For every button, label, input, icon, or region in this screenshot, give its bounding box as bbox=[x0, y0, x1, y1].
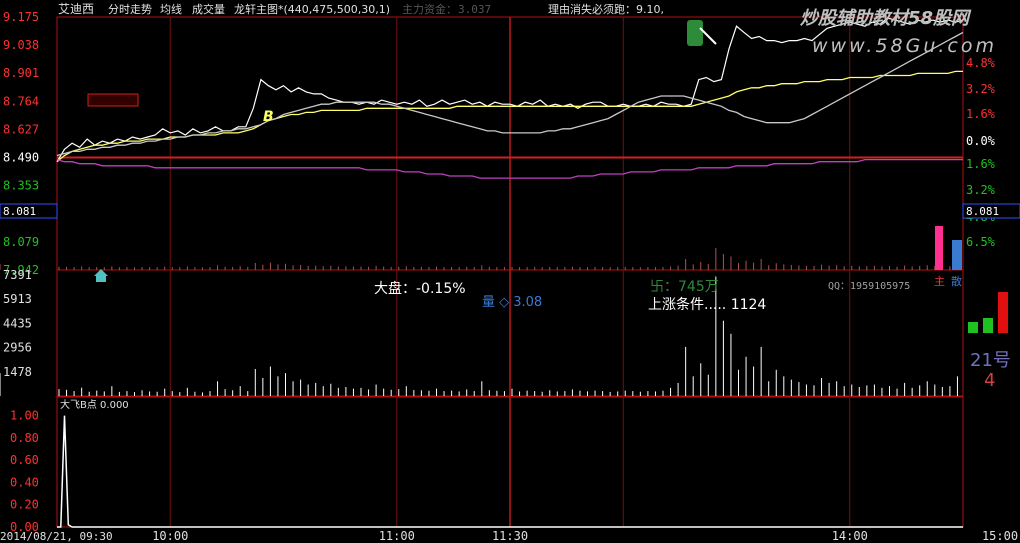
menu-item-volume[interactable]: 成交量 bbox=[192, 2, 225, 16]
current-price-right: 8.081 bbox=[966, 205, 999, 218]
wu-text: 卐：745万 bbox=[650, 279, 719, 295]
percent-tick-label: 3.2% bbox=[966, 183, 996, 197]
side-bar-green-1 bbox=[968, 322, 978, 333]
percent-tick-label: 6.5% bbox=[966, 235, 996, 249]
stock-name[interactable]: 艾迪西 bbox=[58, 2, 94, 16]
watermark-title: 炒股辅助教材58股网 bbox=[800, 8, 972, 29]
number-label: 21号 bbox=[970, 350, 1011, 371]
menu-item-timeline[interactable]: 分时走势 bbox=[108, 3, 152, 16]
time-tick-label: 11:30 bbox=[492, 529, 528, 543]
main-label: 主 bbox=[934, 275, 945, 288]
indicator-tick-label: 0.80 bbox=[10, 431, 39, 445]
qq-text: QQ：1959105975 bbox=[828, 281, 910, 292]
price-tick-label: 8.490 bbox=[3, 151, 39, 165]
current-price-left: 8.081 bbox=[3, 205, 36, 218]
time-tick-label: 11:00 bbox=[379, 529, 415, 543]
percent-tick-label: 0.0% bbox=[966, 134, 996, 148]
percent-tick-label: 3.2% bbox=[966, 82, 996, 96]
price-tick-label: 8.764 bbox=[3, 94, 39, 108]
volume-tick-label: 5913 bbox=[3, 292, 32, 306]
indicator-tick-label: 0.40 bbox=[10, 475, 39, 489]
side-bar-green-2 bbox=[983, 318, 993, 333]
time-start-label: 2014/08/21, 09:30 bbox=[0, 530, 113, 543]
indicator-title: 大飞B点 0.000 bbox=[60, 398, 129, 411]
price-tick-label: 9.038 bbox=[3, 38, 39, 52]
volume-tick-label: 1478 bbox=[3, 365, 32, 379]
condition-text: 上涨条件..... 1124 bbox=[648, 296, 766, 313]
main-fund-label: 主力资金： bbox=[402, 2, 457, 16]
watermark-url: www.58Gu.com bbox=[812, 35, 997, 57]
stock-label-box bbox=[87, 93, 139, 107]
volume-tick-label: 2956 bbox=[3, 341, 32, 355]
buy-marker: B bbox=[263, 109, 274, 125]
number-value: 4 bbox=[984, 370, 995, 391]
volume-tick-label: 7391 bbox=[3, 268, 32, 282]
menu-item-main-chart[interactable]: 龙轩主图*(440,475,500,30,1) bbox=[234, 2, 390, 16]
main-fund-value: 3.037 bbox=[458, 3, 491, 16]
intraday-chart: 9.1759.0388.9018.7648.6278.4908.3538.216… bbox=[0, 0, 1020, 543]
menu-item-ma[interactable]: 均线 bbox=[160, 2, 182, 16]
percent-tick-label: 1.6% bbox=[966, 107, 996, 121]
indicator-tick-label: 0.20 bbox=[10, 498, 39, 512]
reason-text: 理由消失必须跑：9.10, bbox=[548, 2, 664, 16]
percent-tick-label: 4.8% bbox=[966, 56, 996, 70]
time-tick-label: 10:00 bbox=[152, 529, 188, 543]
retail-label: 散 bbox=[951, 274, 962, 288]
price-tick-label: 8.353 bbox=[3, 179, 39, 193]
price-tick-label: 9.175 bbox=[3, 10, 39, 24]
price-tick-label: 8.079 bbox=[3, 235, 39, 249]
indicator-tick-label: 0.60 bbox=[10, 453, 39, 467]
main-force-bar bbox=[935, 226, 943, 270]
time-tick-label: 15:00 bbox=[982, 529, 1018, 543]
retail-bar bbox=[952, 240, 962, 270]
side-bar-red bbox=[998, 292, 1008, 333]
price-tick-label: 8.901 bbox=[3, 66, 39, 80]
price-tick-label: 8.627 bbox=[3, 122, 39, 136]
indicator-tick-label: 1.00 bbox=[10, 409, 39, 423]
percent-tick-label: 1.6% bbox=[966, 157, 996, 171]
volume-tick-label: 4435 bbox=[3, 316, 32, 330]
market-text: 大盘：-0.15% bbox=[374, 280, 466, 297]
volume-ratio-text: 量 ◇ 3.08 bbox=[482, 295, 542, 310]
time-tick-label: 14:00 bbox=[832, 529, 868, 543]
